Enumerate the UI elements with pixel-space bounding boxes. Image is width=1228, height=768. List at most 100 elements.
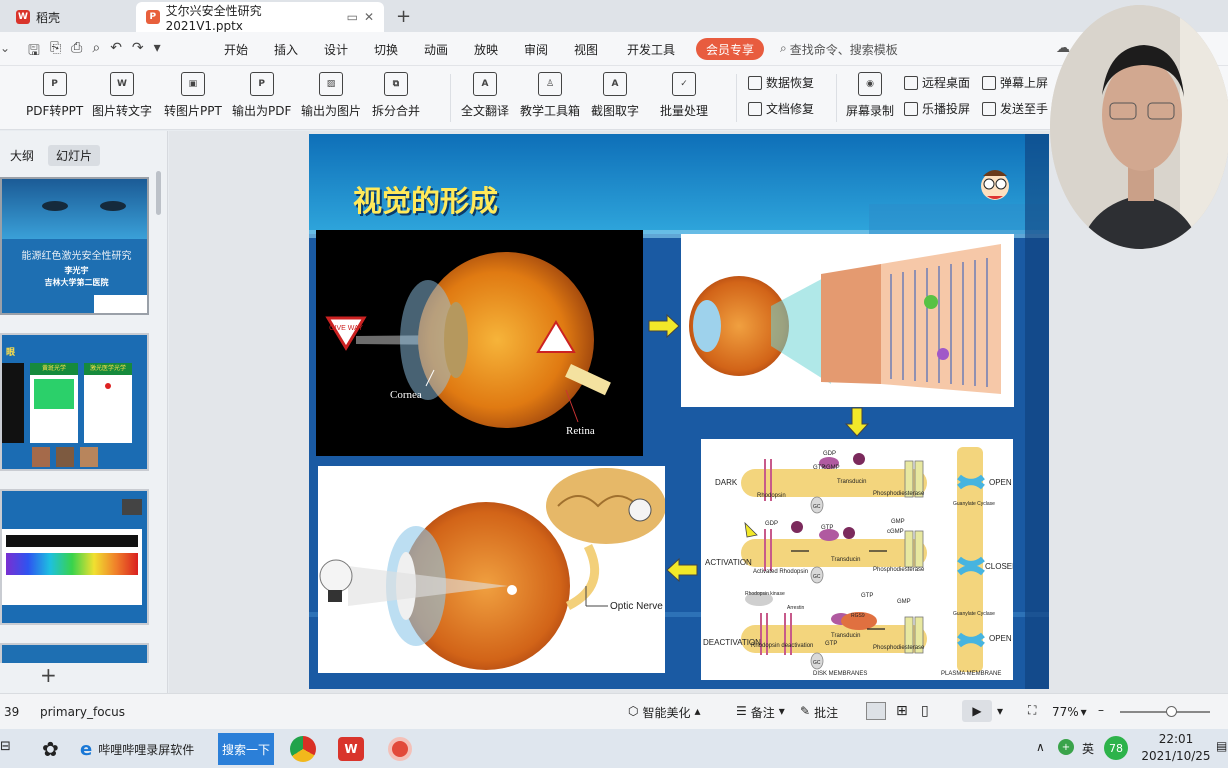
notification-icon[interactable]: ▤	[1216, 739, 1227, 753]
eye-image	[100, 201, 126, 211]
chevron-icon[interactable]: ⌄	[0, 41, 10, 55]
fit-icon[interactable]: ⛶	[1028, 703, 1036, 718]
record-icon: ◉	[858, 72, 882, 96]
tray-app-icon[interactable]: +	[1058, 739, 1074, 755]
slide-thumb-1[interactable]: 能源红色激光安全性研究 李光宇 吉林大学第二医院	[0, 177, 149, 315]
phototransduction-diagram[interactable]: DARK ACTIVATION DEACTIVATION OPEN CLOSED…	[701, 439, 1018, 680]
university-logo	[94, 295, 147, 313]
close-icon[interactable]: ✕	[364, 10, 374, 24]
export-image-button[interactable]: ▨ 输出为图片	[301, 72, 361, 119]
tray-expand-icon[interactable]: ∧	[1036, 740, 1045, 754]
clock-date[interactable]: 2021/10/25	[1140, 749, 1212, 763]
menu-slideshow[interactable]: 放映	[474, 41, 498, 58]
preview-icon[interactable]: ⌕	[92, 40, 100, 64]
zoom-level[interactable]: 77% ▾	[1052, 705, 1087, 719]
zoom-slider-thumb[interactable]	[1166, 706, 1177, 717]
rainbow-bar	[6, 553, 138, 575]
recorder-icon[interactable]	[388, 737, 412, 761]
dark-label: DARK	[715, 478, 738, 487]
vip-button[interactable]: 会员专享	[696, 38, 764, 60]
normal-view-icon[interactable]	[866, 702, 886, 720]
translate-button[interactable]: A 全文翻译	[461, 72, 509, 119]
partial-start-icon[interactable]: ⊟	[0, 739, 11, 754]
cast-button[interactable]: 乐播投屏	[904, 100, 970, 117]
send-to-phone-button[interactable]: 发送至手	[982, 100, 1048, 117]
play-options-icon[interactable]: ▾	[997, 704, 1003, 718]
to-image-ppt-button[interactable]: ▣ 转图片PPT	[164, 72, 222, 119]
search-button[interactable]: 搜索一下	[218, 733, 274, 765]
menu-insert[interactable]: 插入	[274, 41, 298, 58]
slide-title[interactable]: 视觉的形成	[353, 178, 498, 220]
search-input[interactable]: 查找命令、搜索模板	[790, 41, 898, 58]
ribbon-separator	[450, 74, 451, 122]
redo-icon[interactable]: ↷	[132, 40, 144, 64]
command-search[interactable]: ⌕ 查找命令、搜索模板	[780, 41, 898, 58]
reading-view-icon[interactable]: ▯	[921, 703, 929, 719]
doc-repair-button[interactable]: 文档修复	[748, 100, 814, 117]
screen-record-button[interactable]: ◉ 屏幕录制	[846, 72, 894, 119]
cgmp-label-2: cGMP	[887, 529, 904, 535]
phosphodiesterase-label: Phosphodiesterase	[873, 491, 925, 497]
slide[interactable]: 视觉的形成 GIVE WAY Cornea Retina Optic Nerve…	[309, 134, 1049, 689]
play-button[interactable]: ▶	[962, 700, 992, 722]
teaching-toolbox-button[interactable]: ♙ 教学工具箱	[520, 72, 580, 119]
beautify-button[interactable]: ⬡ 智能美化 ▴	[628, 704, 701, 721]
clock-time[interactable]: 22:01	[1148, 732, 1204, 746]
data-recovery-button[interactable]: 数据恢复	[748, 74, 814, 91]
slide-thumb-3[interactable]	[0, 489, 149, 625]
print-icon[interactable]: ⎙	[71, 40, 82, 64]
pin-icon[interactable]: ▭	[347, 10, 358, 24]
export-icon[interactable]: ⎘	[50, 40, 61, 64]
add-slide-icon[interactable]: +	[40, 663, 57, 687]
start-icon[interactable]: ✿	[42, 737, 59, 761]
ime-indicator[interactable]: 英	[1082, 740, 1094, 757]
tab-outline[interactable]: 大纲	[2, 145, 42, 166]
slide-panel: 大纲 幻灯片 能源红色激光安全性研究 李光宇 吉林大学第二医院 眼 黄斑光学 激…	[0, 131, 168, 693]
slide-thumb-2[interactable]: 眼 黄斑光学 激光医学光学	[0, 333, 149, 471]
split-merge-button[interactable]: ⧉ 拆分合并	[372, 72, 420, 119]
comment-button[interactable]: ✎ 批注	[800, 704, 838, 721]
menu-design[interactable]: 设计	[324, 41, 348, 58]
image-to-text-button[interactable]: W 图片转文字	[92, 72, 152, 119]
remote-desktop-button[interactable]: 远程桌面	[904, 74, 970, 91]
menu-view[interactable]: 视图	[574, 41, 598, 58]
danmaku-button[interactable]: 弹幕上屏	[982, 74, 1048, 91]
ppt-icon: P	[146, 10, 160, 24]
menu-developer[interactable]: 开发工具	[627, 41, 675, 58]
save-icon[interactable]: 🖫	[28, 40, 40, 64]
menu-start[interactable]: 开始	[224, 41, 248, 58]
menu-review[interactable]: 审阅	[524, 41, 548, 58]
thumb-title: 能源红色激光安全性研究	[21, 251, 132, 262]
zoom-slider[interactable]	[1120, 711, 1210, 713]
new-tab-icon[interactable]: +	[396, 6, 411, 27]
thumb-panel: 黄斑光学	[30, 363, 78, 443]
panel-scrollbar[interactable]	[156, 171, 161, 215]
undo-icon[interactable]: ↶	[110, 40, 122, 64]
pdf-to-ppt-button[interactable]: P PDF转PPT	[26, 72, 83, 119]
chevron-up-icon: ▴	[694, 704, 701, 718]
chevron-down-icon: ▾	[1080, 705, 1087, 719]
screenshot-ocr-button[interactable]: A 截图取字	[591, 72, 639, 119]
gtp-label-4: GTP	[825, 641, 837, 647]
tab-slides[interactable]: 幻灯片	[48, 145, 101, 166]
chrome-icon[interactable]	[290, 736, 316, 762]
menu-animation[interactable]: 动画	[424, 41, 448, 58]
security-badge[interactable]: 78	[1104, 736, 1128, 760]
grid-view-icon[interactable]: ⊞	[896, 703, 908, 719]
retina-layers-image[interactable]	[681, 234, 1014, 407]
menu-transition[interactable]: 切换	[374, 41, 398, 58]
taskbar-app-ie[interactable]: e 哔哩哔哩录屏软件	[80, 733, 194, 765]
notes-button[interactable]: ☰ 备注 ▾	[736, 704, 785, 721]
wps-icon[interactable]: W	[338, 737, 364, 761]
zoom-out-icon[interactable]: –	[1098, 703, 1104, 717]
more-icon[interactable]: ▾	[154, 40, 161, 64]
tab-pptx[interactable]: P 艾尔兴安全性研究2021V1.pptx ▭ ✕	[136, 2, 384, 33]
eye-brain-image[interactable]: Optic Nerve	[318, 466, 666, 673]
slide-thumb-4[interactable]	[0, 643, 149, 663]
spectrum-panel	[2, 529, 142, 605]
tab-docer[interactable]: W 稻壳	[6, 2, 132, 32]
batch-process-button[interactable]: ✓ 批量处理	[660, 72, 708, 119]
menu-bar: ⌄ 🖫 ⎘ ⎙ ⌕ ↶ ↷ ▾ 开始 插入 设计 切换 动画 放映 审阅 视图 …	[0, 32, 1228, 66]
export-pdf-button[interactable]: P 输出为PDF	[232, 72, 291, 119]
eye-optics-image[interactable]: GIVE WAY Cornea Retina	[316, 230, 643, 456]
